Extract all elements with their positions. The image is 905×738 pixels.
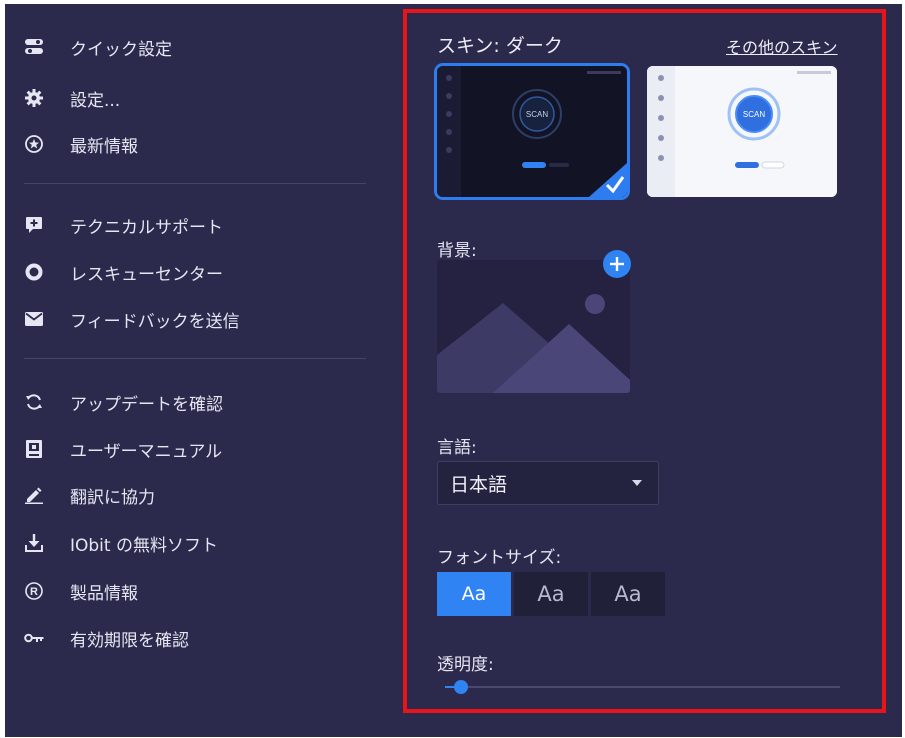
menu-item-label: 翻訳に協力 [70, 487, 155, 508]
registered-icon: R [24, 581, 44, 601]
transparency-slider[interactable] [445, 680, 840, 694]
key-icon [24, 628, 44, 648]
download-icon [24, 533, 44, 553]
language-value: 日本語 [450, 473, 508, 496]
chevron-down-icon [632, 480, 642, 486]
skin-dark-scan-label: SCAN [526, 110, 548, 119]
menu-item-label: アップデートを確認 [70, 394, 223, 415]
menu-item-quick-settings[interactable]: クイック設定 [24, 30, 172, 64]
mail-icon [24, 309, 44, 329]
menu-item-label: フィードバックを送信 [70, 311, 240, 332]
menu-divider [24, 183, 366, 184]
menu-item-help-translate[interactable]: 翻訳に協力 [24, 478, 155, 512]
menu-item-check-expiry[interactable]: 有効期限を確認 [24, 621, 189, 655]
menu-item-rescue-center[interactable]: レスキューセンター [24, 255, 223, 289]
add-background-button[interactable] [603, 250, 631, 278]
background-label: 背景: [437, 241, 477, 261]
menu-item-settings[interactable]: 設定... [24, 81, 120, 115]
check-icon [589, 163, 627, 197]
menu-item-user-manual[interactable]: ユーザーマニュアル [24, 432, 222, 466]
pencil-icon [24, 485, 44, 505]
skin-light-preview: SCAN [647, 66, 837, 197]
skin-light-scan-label: SCAN [743, 110, 765, 119]
mountain-image-icon [437, 260, 630, 393]
menu-item-label: テクニカルサポート [70, 217, 223, 238]
language-select[interactable]: 日本語 [437, 461, 659, 505]
background-preview[interactable] [437, 260, 630, 393]
gear-icon [24, 88, 44, 108]
transparency-slider-thumb[interactable] [454, 680, 468, 694]
language-label: 言語: [437, 438, 477, 458]
menu-item-label: 有効期限を確認 [70, 630, 189, 651]
skin-light-option[interactable]: SCAN [647, 66, 837, 197]
skin-dark-option[interactable]: SCAN [437, 66, 627, 197]
menu-item-label: クイック設定 [70, 39, 172, 60]
menu-item-product-info[interactable]: R 製品情報 [24, 574, 138, 608]
more-skins-link[interactable]: その他のスキン [726, 34, 838, 58]
transparency-label: 透明度: [437, 655, 494, 675]
menu-item-label: ユーザーマニュアル [70, 441, 223, 462]
toggle-icon [24, 37, 44, 57]
menu-item-whats-new[interactable]: 最新情報 [24, 127, 138, 161]
menu-item-label: IObit の無料ソフト [70, 535, 218, 556]
font-size-label: フォントサイズ: [437, 548, 562, 568]
font-size-large-button[interactable]: Aa [591, 572, 665, 616]
menu-item-label: 最新情報 [70, 136, 138, 157]
menu-item-send-feedback[interactable]: フィードバックを送信 [24, 302, 240, 336]
menu-item-iobit-free-software[interactable]: IObit の無料ソフト [24, 526, 218, 560]
font-size-group: Aa Aa Aa [437, 572, 665, 616]
menu-item-label: 設定... [70, 90, 121, 111]
menu-item-technical-support[interactable]: テクニカルサポート [24, 208, 223, 242]
star-circle-icon [24, 134, 44, 154]
plus-icon [610, 257, 624, 271]
support-chat-icon [24, 215, 44, 235]
menu-item-check-updates[interactable]: アップデートを確認 [24, 385, 223, 419]
skin-title: スキン: ダーク [437, 35, 563, 57]
font-size-small-button[interactable]: Aa [437, 572, 511, 616]
menu-item-label: 製品情報 [70, 583, 138, 604]
rescue-ring-icon [24, 262, 44, 282]
menu-item-label: レスキューセンター [70, 264, 223, 285]
menu-divider [24, 358, 366, 359]
refresh-icon [24, 392, 44, 412]
svg-text:R: R [30, 586, 38, 598]
manual-book-icon [24, 439, 44, 459]
font-size-medium-button[interactable]: Aa [514, 572, 588, 616]
